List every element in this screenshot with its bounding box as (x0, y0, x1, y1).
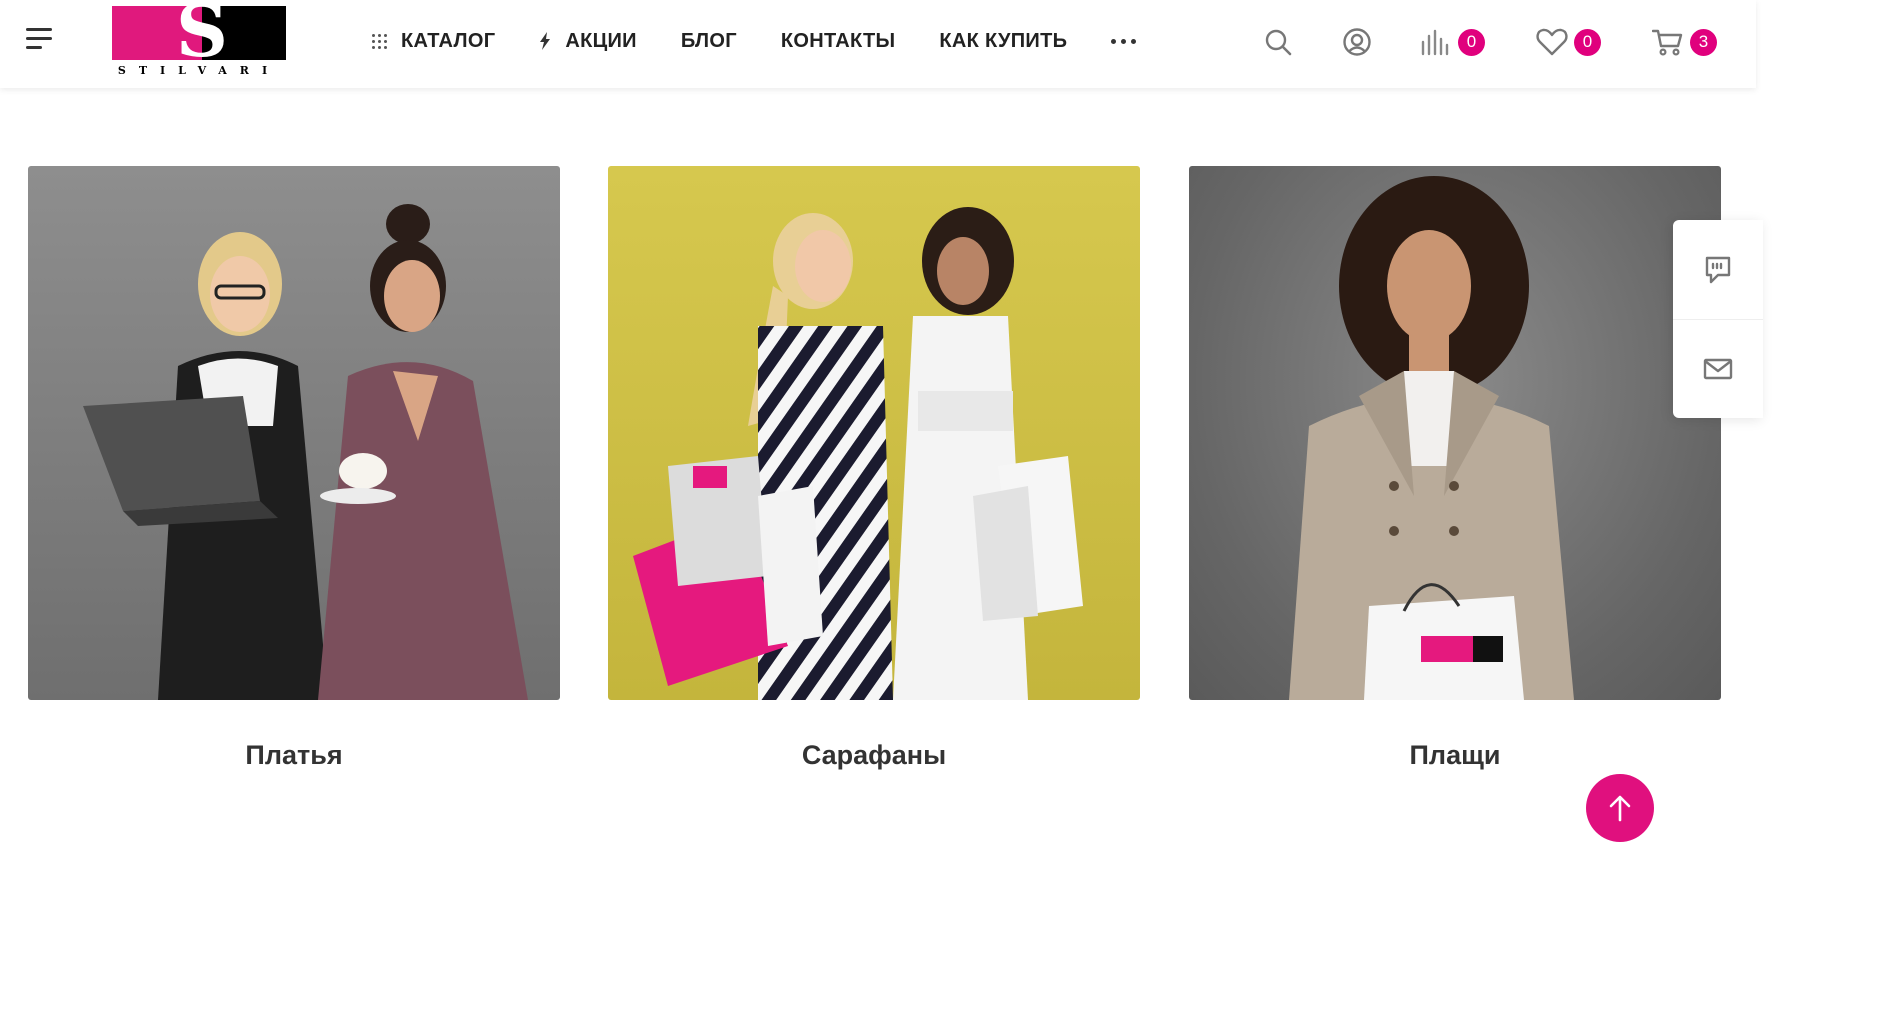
site-header: S STILVARI КАТАЛОГ АКЦИИ БЛОГ КОНТАКТЫ К… (0, 0, 1756, 88)
nav-contacts-label: КОНТАКТЫ (780, 29, 896, 52)
category-image-sundresses[interactable] (608, 166, 1140, 700)
lightning-icon (539, 32, 551, 50)
search-icon (1265, 29, 1292, 56)
category-label-sundresses[interactable]: Сарафаны (608, 740, 1140, 771)
search-button[interactable] (1264, 24, 1292, 60)
user-circle-icon (1343, 28, 1371, 56)
category-card-dresses[interactable]: Платья (28, 166, 560, 771)
category-label-raincoats[interactable]: Плащи (1189, 740, 1721, 771)
more-horizontal-icon (1111, 38, 1137, 44)
side-contact-widget (1673, 220, 1763, 418)
category-card-sundresses[interactable]: Сарафаны (608, 166, 1140, 771)
chat-button[interactable] (1673, 220, 1763, 319)
email-button[interactable] (1673, 319, 1763, 418)
favorites-button[interactable]: 0 (1536, 24, 1601, 60)
nav-catalog[interactable]: КАТАЛОГ (372, 30, 495, 53)
nav-promotions-label: АКЦИИ (565, 29, 637, 52)
nav-how-to-buy[interactable]: КАК КУПИТЬ (939, 30, 1067, 53)
category-image-dresses[interactable] (28, 166, 560, 700)
favorites-count-badge: 0 (1574, 28, 1601, 56)
nav-how-to-buy-label: КАК КУПИТЬ (939, 29, 1068, 52)
cart-icon (1652, 29, 1683, 56)
compare-bars-icon (1421, 29, 1449, 56)
envelope-icon (1703, 358, 1733, 380)
compare-count-badge: 0 (1458, 28, 1485, 56)
menu-burger-icon[interactable] (26, 28, 54, 54)
main-nav: КАТАЛОГ АКЦИИ БЛОГ КОНТАКТЫ КАК КУПИТЬ (372, 26, 1180, 56)
account-button[interactable] (1342, 24, 1372, 60)
category-image-raincoats[interactable] (1189, 166, 1721, 700)
heart-icon (1536, 28, 1568, 56)
arrow-up-icon (1609, 795, 1631, 822)
nav-promotions[interactable]: АКЦИИ (539, 30, 637, 53)
cart-count-badge: 3 (1690, 28, 1717, 56)
logo-word: STILVARI (117, 64, 281, 77)
nav-catalog-label: КАТАЛОГ (401, 29, 496, 52)
cart-button[interactable]: 3 (1652, 24, 1717, 60)
chat-bubble-icon (1705, 256, 1731, 283)
nav-contacts[interactable]: КОНТАКТЫ (781, 30, 896, 53)
logo-letter: S (176, 0, 228, 73)
nav-blog-label: БЛОГ (680, 29, 737, 52)
category-card-raincoats[interactable]: Плащи (1189, 166, 1721, 771)
scroll-to-top-button[interactable] (1586, 774, 1654, 842)
nav-blog[interactable]: БЛОГ (681, 30, 737, 53)
nav-more-button[interactable] (1111, 38, 1137, 44)
category-label-dresses[interactable]: Платья (28, 740, 560, 771)
compare-button[interactable]: 0 (1420, 24, 1485, 60)
site-logo[interactable]: S STILVARI (112, 0, 287, 78)
grid-dots-icon (372, 33, 387, 49)
